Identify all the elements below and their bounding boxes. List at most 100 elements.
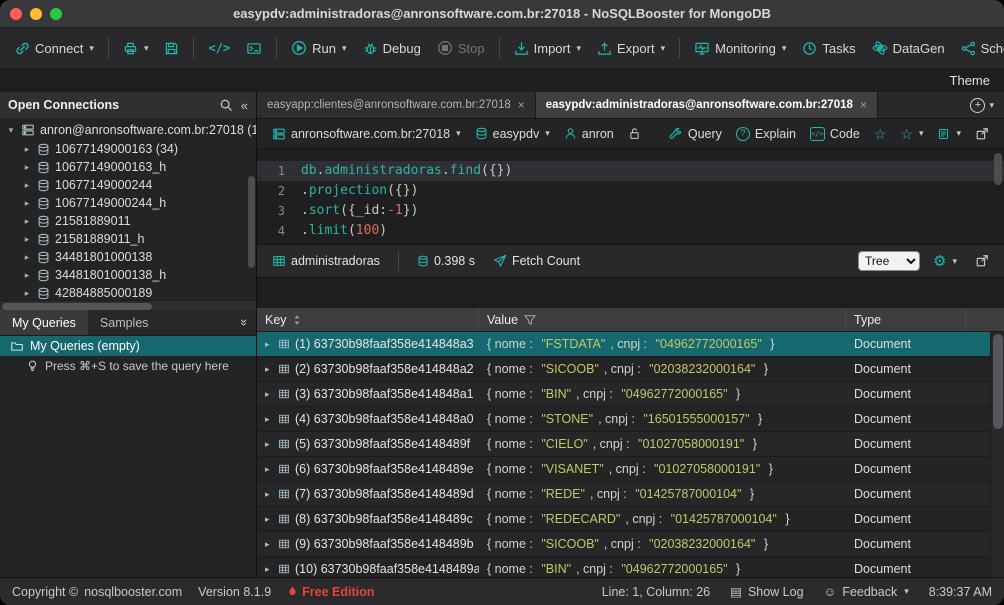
expand-row-icon[interactable]: ▸ — [265, 539, 273, 550]
expand-row-icon[interactable]: ▸ — [265, 489, 273, 500]
collapse-panel-icon[interactable]: » — [241, 310, 256, 335]
sidebar-database-item[interactable]: ▸ 10677149000163 (34) — [0, 140, 256, 158]
results-vertical-scrollbar[interactable] — [990, 332, 1004, 577]
database-selector[interactable]: easypdv ▾ — [470, 124, 555, 144]
tree-collapsed-icon[interactable]: ▸ — [22, 288, 32, 299]
export-button[interactable]: Export ▾ — [590, 36, 672, 61]
sidebar-database-item[interactable]: ▸ 10677149000244_h — [0, 194, 256, 212]
results-settings-button[interactable]: ⚙ ▾ — [928, 251, 962, 272]
close-tab-icon[interactable]: × — [860, 98, 867, 112]
table-row[interactable]: ▸ (8) 63730b98faaf358e4148489c { nome : … — [257, 507, 1004, 532]
close-tab-icon[interactable]: × — [518, 98, 525, 112]
zoom-window-button[interactable] — [50, 8, 62, 20]
tree-collapsed-icon[interactable]: ▸ — [22, 216, 32, 227]
datagen-button[interactable]: DataGen — [865, 35, 952, 61]
connect-button[interactable]: Connect ▾ — [8, 36, 101, 61]
fetch-count-button[interactable]: Fetch Count — [488, 251, 585, 271]
tree-collapsed-icon[interactable]: ▸ — [22, 144, 32, 155]
theme-menu[interactable]: Theme — [950, 73, 990, 88]
expand-row-icon[interactable]: ▸ — [265, 389, 273, 400]
sidebar-database-item[interactable]: ▸ 21581889011 — [0, 212, 256, 230]
editor-code[interactable]: db.administradoras.find({}) .projection(… — [293, 149, 1004, 244]
view-mode-select[interactable]: Tree — [858, 251, 920, 271]
sidebar-database-item[interactable]: ▸ 21581889011_h — [0, 230, 256, 248]
sidebar-database-item[interactable]: ▸ 42884885000189 — [0, 284, 256, 300]
filter-icon[interactable] — [524, 314, 536, 326]
query-editor[interactable]: 1 2 3 4 db.administradoras.find({}) .pro… — [257, 149, 1004, 245]
editor-vertical-scrollbar[interactable] — [994, 153, 1002, 185]
expand-row-icon[interactable]: ▸ — [265, 364, 273, 375]
code-button[interactable]: </> Code — [805, 124, 865, 144]
schema-button[interactable]: Schema ▾ — [954, 36, 1004, 61]
tree-collapsed-icon[interactable]: ▸ — [22, 270, 32, 281]
sidebar-database-item[interactable]: ▸ 10677149000244 — [0, 176, 256, 194]
scrollbar-thumb[interactable] — [2, 303, 152, 310]
snippets-button[interactable]: ▾ — [932, 124, 966, 144]
tree-collapsed-icon[interactable]: ▸ — [22, 180, 32, 191]
expand-row-icon[interactable]: ▸ — [265, 464, 273, 475]
table-row[interactable]: ▸ (7) 63730b98faaf358e4148489d { nome : … — [257, 482, 1004, 507]
open-in-new-window-button[interactable] — [970, 124, 994, 144]
print-button[interactable]: ▾ — [116, 36, 156, 61]
chevron-down-icon[interactable]: ▾ — [989, 101, 994, 110]
feedback-button[interactable]: ☺ Feedback ▾ — [824, 585, 909, 599]
open-results-in-new-window-button[interactable] — [970, 251, 994, 271]
tab-samples[interactable]: Samples — [88, 310, 161, 335]
my-queries-folder[interactable]: My Queries (empty) — [0, 336, 256, 356]
sort-icon[interactable] — [293, 314, 301, 326]
site-link[interactable]: nosqlbooster.com — [84, 585, 182, 599]
server-selector[interactable]: anronsoftware.com.br:27018 ▾ — [267, 124, 466, 144]
collapse-sidebar-icon[interactable]: « — [241, 98, 248, 113]
close-window-button[interactable] — [10, 8, 22, 20]
tree-expanded-icon[interactable]: ▾ — [6, 125, 16, 136]
new-tab-button[interactable]: + — [970, 98, 985, 113]
console-button[interactable] — [239, 36, 269, 61]
table-row[interactable]: ▸ (1) 63730b98faaf358e414848a3 { nome : … — [257, 332, 1004, 357]
run-button[interactable]: Run ▾ — [284, 35, 353, 61]
column-header-value[interactable]: Value — [479, 308, 846, 331]
expand-row-icon[interactable]: ▸ — [265, 339, 273, 350]
explain-button[interactable]: ? Explain — [731, 124, 801, 144]
query-button[interactable]: Query — [664, 124, 727, 144]
table-row[interactable]: ▸ (2) 63730b98faaf358e414848a2 { nome : … — [257, 357, 1004, 382]
column-header-key[interactable]: Key — [257, 308, 479, 331]
collection-indicator[interactable]: administradoras — [267, 251, 385, 271]
tree-collapsed-icon[interactable]: ▸ — [22, 162, 32, 173]
favorites-menu-button[interactable]: ☆ ▾ — [895, 124, 928, 144]
sidebar-vertical-scrollbar[interactable] — [248, 176, 255, 268]
import-button[interactable]: Import ▾ — [507, 36, 588, 61]
expand-row-icon[interactable]: ▸ — [265, 514, 273, 525]
sidebar-horizontal-scrollbar[interactable] — [0, 300, 256, 310]
expand-row-icon[interactable]: ▸ — [265, 414, 273, 425]
expand-row-icon[interactable]: ▸ — [265, 439, 273, 450]
scrollbar-thumb[interactable] — [993, 334, 1003, 429]
table-row[interactable]: ▸ (10) 63730b98faaf358e4148489a { nome :… — [257, 557, 1004, 577]
table-row[interactable]: ▸ (6) 63730b98faaf358e4148489e { nome : … — [257, 457, 1004, 482]
save-button[interactable] — [157, 36, 186, 61]
table-row[interactable]: ▸ (3) 63730b98faaf358e414848a1 { nome : … — [257, 382, 1004, 407]
table-row[interactable]: ▸ (4) 63730b98faaf358e414848a0 { nome : … — [257, 407, 1004, 432]
sidebar-database-item[interactable]: ▸ 34481801000138 — [0, 248, 256, 266]
debug-button[interactable]: Debug — [356, 36, 428, 61]
table-row[interactable]: ▸ (9) 63730b98faaf358e4148489b { nome : … — [257, 532, 1004, 557]
show-log-button[interactable]: ▤ Show Log — [730, 584, 803, 599]
column-header-type[interactable]: Type — [846, 308, 966, 331]
table-row[interactable]: ▸ (5) 63730b98faaf358e4148489f { nome : … — [257, 432, 1004, 457]
editor-tab-administradoras[interactable]: easypdv:administradoras@anronsoftware.co… — [536, 92, 878, 118]
connection-root[interactable]: ▾ anron@anronsoftware.com.br:27018 (1 — [0, 120, 256, 140]
tab-my-queries[interactable]: My Queries — [0, 310, 88, 335]
script-button[interactable]: </> — [201, 36, 237, 60]
stop-button[interactable]: Stop — [430, 35, 492, 61]
free-edition-badge[interactable]: Free Edition — [287, 585, 374, 599]
tree-collapsed-icon[interactable]: ▸ — [22, 198, 32, 209]
user-indicator[interactable]: anron — [559, 124, 619, 144]
minimize-window-button[interactable] — [30, 8, 42, 20]
lock-toggle[interactable] — [623, 124, 646, 143]
sidebar-database-item[interactable]: ▸ 10677149000163_h — [0, 158, 256, 176]
expand-row-icon[interactable]: ▸ — [265, 564, 273, 575]
search-icon[interactable] — [219, 98, 233, 112]
monitoring-button[interactable]: Monitoring ▾ — [687, 36, 793, 61]
tasks-button[interactable]: Tasks — [795, 36, 862, 61]
editor-tab-clientes[interactable]: easyapp:clientes@anronsoftware.com.br:27… — [257, 92, 536, 118]
tree-collapsed-icon[interactable]: ▸ — [22, 234, 32, 245]
